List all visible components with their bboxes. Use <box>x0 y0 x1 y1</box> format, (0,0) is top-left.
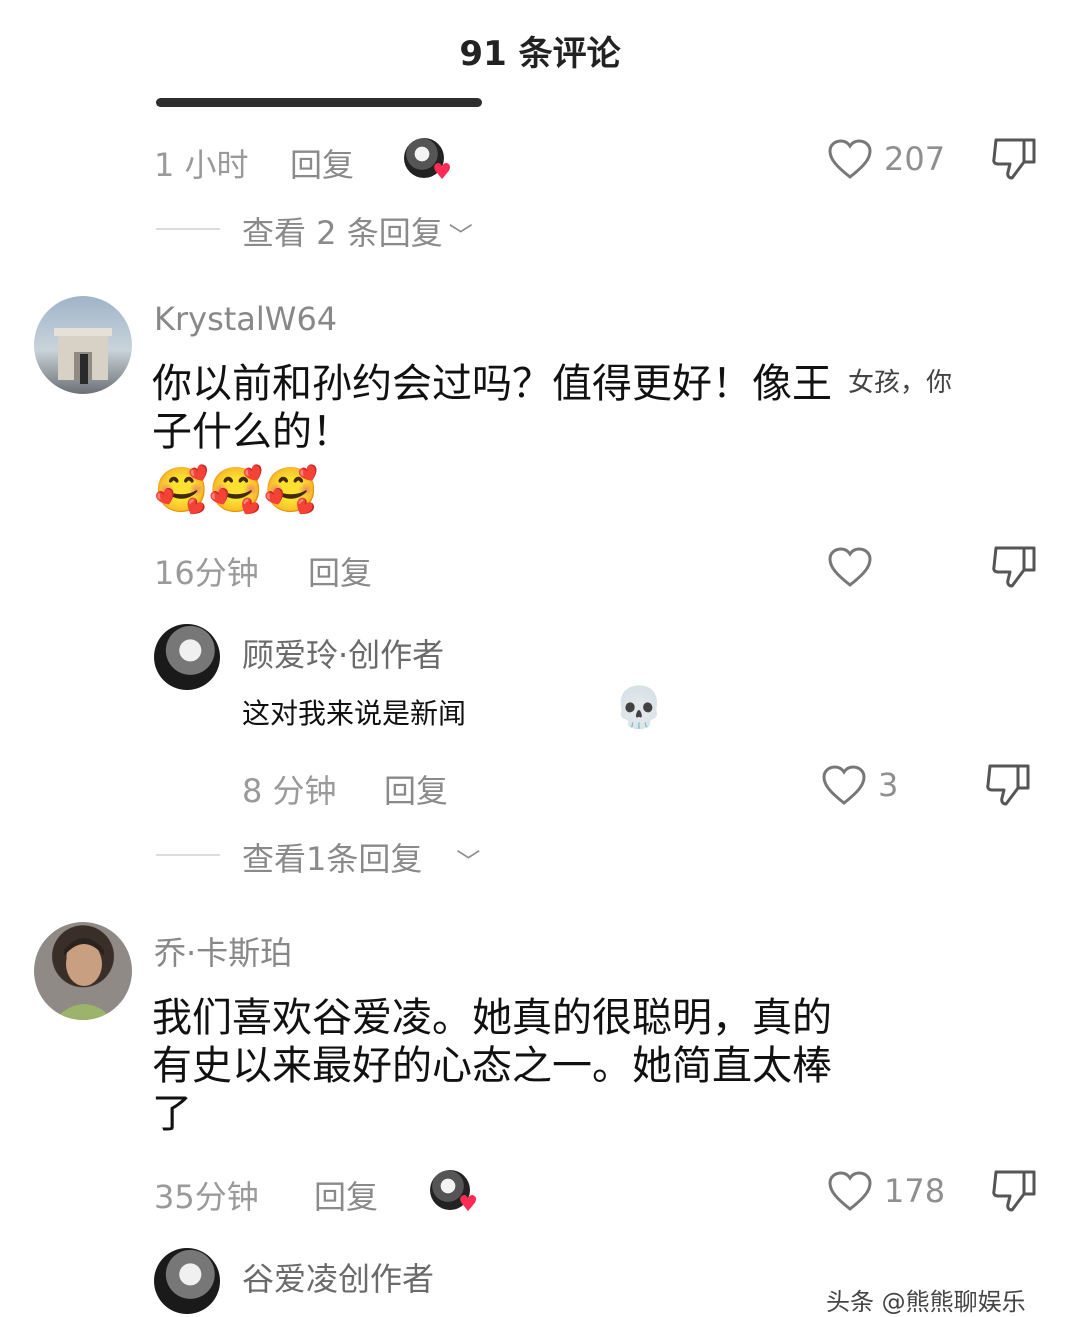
comment-emojis: 🥰🥰🥰 <box>154 465 319 516</box>
heart-icon: ♥ <box>458 1192 478 1217</box>
reply-button[interactable]: 回复 <box>290 140 354 186</box>
view-replies-link[interactable]: 查看1条回复 ﹀ <box>242 834 480 880</box>
reply-button[interactable]: 回复 <box>308 548 372 594</box>
comment-time: 35分钟 <box>154 1178 259 1216</box>
watermark: 头条 @熊熊聊娱乐 <box>826 1288 1026 1316</box>
like-button[interactable] <box>826 1169 874 1213</box>
arch-photo <box>54 328 112 384</box>
like-count: 207 <box>884 140 946 178</box>
overlay-text: 女孩，你 <box>848 368 953 398</box>
view-replies-line <box>156 854 220 856</box>
chevron-down-icon: ﹀ <box>456 848 481 876</box>
chevron-down-icon: ﹀ <box>448 222 473 250</box>
reply-time: 8 分钟 <box>242 772 337 810</box>
dislike-button[interactable] <box>990 544 1038 590</box>
skull-emoji: 💀 <box>614 685 664 731</box>
reply-button[interactable]: 回复 <box>314 1172 378 1218</box>
video-progress-bar <box>156 98 482 107</box>
dislike-button[interactable] <box>990 1168 1038 1214</box>
creator-name[interactable]: 谷爱凌创作者 <box>242 1254 434 1300</box>
heart-outline-icon <box>828 547 872 587</box>
like-button[interactable] <box>826 545 874 589</box>
thumbs-down-icon <box>986 764 1030 806</box>
thumbs-down-icon <box>992 138 1036 180</box>
user-avatar[interactable] <box>34 922 132 1020</box>
comment-text: 我们喜欢谷爱凌。她真的很聪明，真的 有史以来最好的心态之一。她简直太棒 了 <box>152 995 832 1137</box>
thumbs-down-icon <box>992 1170 1036 1212</box>
person-photo <box>54 938 114 1020</box>
creator-avatar: ♥ <box>404 138 452 184</box>
heart-outline-icon <box>828 139 872 179</box>
like-button[interactable] <box>826 137 874 181</box>
reply-button[interactable]: 回复 <box>384 766 448 812</box>
view-replies-line <box>156 228 220 230</box>
user-avatar[interactable] <box>34 296 132 394</box>
creator-avatar: ♥ <box>430 1170 478 1216</box>
view-replies-link[interactable]: 查看 2 条回复 ﹀ <box>242 208 473 254</box>
like-button[interactable] <box>820 763 868 807</box>
creator-liked-badge: ♥ <box>404 138 452 184</box>
creator-avatar[interactable] <box>154 1248 220 1314</box>
comment-username[interactable]: KrystalW64 <box>154 300 337 338</box>
page-title: 91 条评论 <box>459 34 621 74</box>
comment-username[interactable]: 乔·卡斯珀 <box>154 928 292 974</box>
creator-name[interactable]: 顾爱玲·创作者 <box>242 630 444 676</box>
creator-liked-badge: ♥ <box>430 1170 478 1216</box>
reply-text: 这对我来说是新闻 <box>242 697 467 730</box>
comment-time: 1 小时 <box>154 146 249 184</box>
dislike-button[interactable] <box>984 762 1032 808</box>
dislike-button[interactable] <box>990 136 1038 182</box>
comment-time: 16分钟 <box>154 554 259 592</box>
heart-outline-icon <box>822 765 866 805</box>
heart-outline-icon <box>828 1171 872 1211</box>
thumbs-down-icon <box>992 546 1036 588</box>
heart-icon: ♥ <box>432 160 452 185</box>
like-count: 3 <box>878 766 899 804</box>
like-count: 178 <box>884 1172 946 1210</box>
creator-avatar[interactable] <box>154 624 220 690</box>
